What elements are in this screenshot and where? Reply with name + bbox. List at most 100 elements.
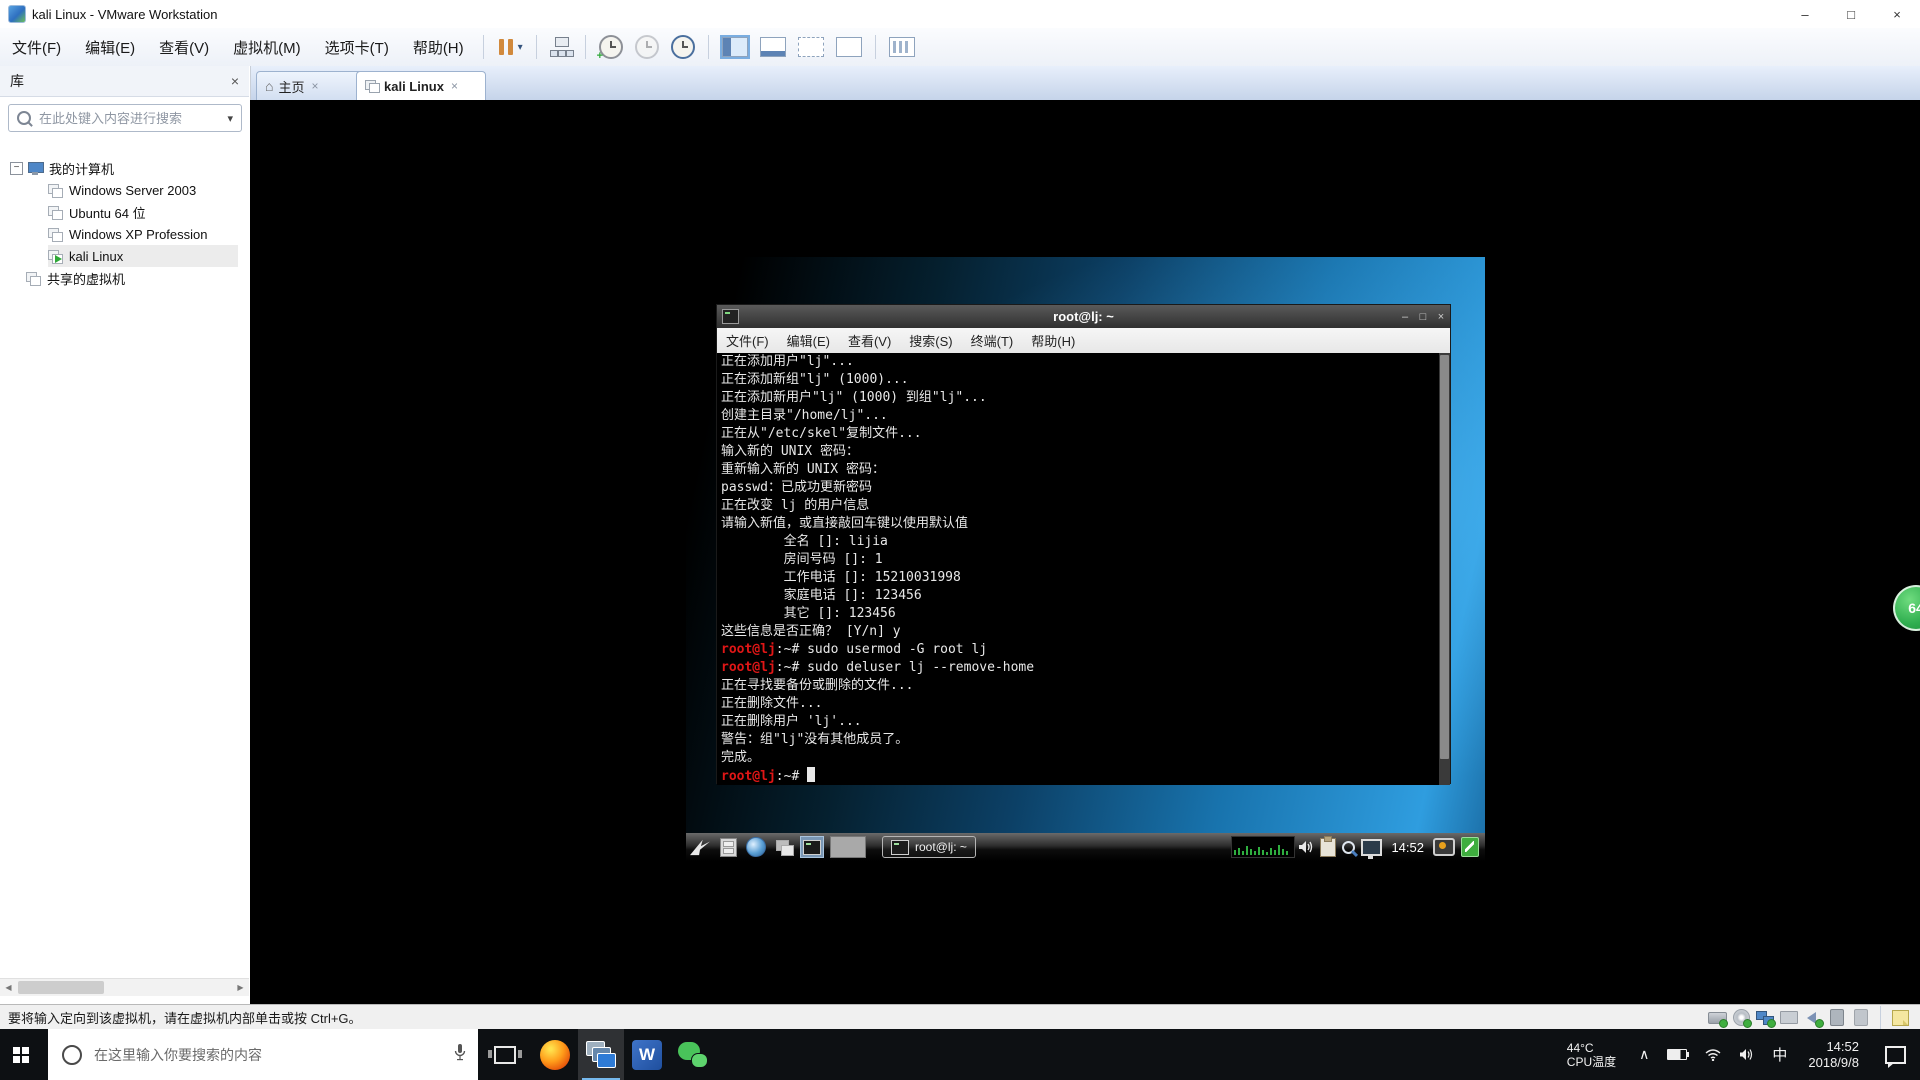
tree-label: Windows XP Profession xyxy=(69,226,208,242)
menu-view[interactable]: 查看(V) xyxy=(147,28,221,66)
scroll-left-icon[interactable]: ◀ xyxy=(0,979,17,996)
terminal-line: 其它 []: 123456 xyxy=(721,606,896,621)
tab-home[interactable]: ⌂ 主页 × xyxy=(256,71,370,100)
console-view-button[interactable] xyxy=(883,32,921,62)
snapshot-clock-icon xyxy=(634,35,659,59)
taskbar-app-vmware[interactable] xyxy=(578,1029,624,1080)
cdrom-device-button[interactable] xyxy=(1731,1009,1752,1028)
terminal-output[interactable]: 正在添加用户"lj"... 正在添加新组"lj" (1000)... 正在添加新用户… xyxy=(717,353,1450,785)
scroll-right-icon[interactable]: ▶ xyxy=(232,979,249,996)
printer-device-button[interactable] xyxy=(1779,1010,1799,1026)
taskbar-window-button[interactable]: root@lj: ~ xyxy=(882,836,976,858)
harddisk-device-button[interactable] xyxy=(1707,1010,1728,1028)
terminal-menu-edit[interactable]: 编辑(E) xyxy=(778,331,839,350)
sound-device-button[interactable] xyxy=(1803,1010,1824,1028)
horizontal-scrollbar[interactable]: ◀ ▶ xyxy=(0,978,249,996)
tab-kali-linux[interactable]: kali Linux × xyxy=(356,71,486,100)
close-icon[interactable]: × xyxy=(451,79,458,93)
close-button[interactable]: × xyxy=(1874,0,1920,28)
send-ctrl-alt-del-button[interactable] xyxy=(544,32,578,62)
chevron-down-icon[interactable]: ▾ xyxy=(227,112,233,125)
kali-clock[interactable]: 14:52 xyxy=(1391,840,1424,855)
terminal-menu-view[interactable]: 查看(V) xyxy=(839,331,900,350)
close-icon[interactable]: × xyxy=(231,73,239,89)
tree-item-my-computer[interactable]: − 我的计算机 xyxy=(10,157,260,179)
close-icon[interactable]: × xyxy=(311,79,318,93)
network-device-button[interactable] xyxy=(1755,1010,1776,1028)
kali-taskbar: root@lj: ~ 14:52 xyxy=(686,833,1485,861)
menu-edit[interactable]: 编辑(E) xyxy=(73,28,147,66)
cortana-icon xyxy=(62,1044,82,1065)
search-input[interactable] xyxy=(37,109,224,127)
maximize-button[interactable]: □ xyxy=(1414,311,1432,323)
taskbar-app-wechat[interactable] xyxy=(670,1029,716,1080)
chevron-down-icon[interactable]: ▾ xyxy=(518,42,523,53)
taskbar-app-firefox[interactable] xyxy=(532,1029,578,1080)
desktop-pager[interactable] xyxy=(830,836,866,858)
terminal-titlebar[interactable]: root@lj: ~ – □ × xyxy=(717,305,1450,328)
terminal-window[interactable]: root@lj: ~ – □ × 文件(F) 编辑(E) 查看(V) 搜索(S)… xyxy=(716,304,1451,785)
ime-indicator[interactable]: 中 xyxy=(1772,1044,1787,1065)
terminal-menu-terminal[interactable]: 终端(T) xyxy=(962,331,1023,350)
start-button[interactable] xyxy=(0,1029,48,1080)
terminal-line: 请输入新值，或直接敲回车键以使用默认值 xyxy=(721,516,969,531)
microphone-icon[interactable] xyxy=(454,1043,466,1066)
tree-item-kali-linux[interactable]: kali Linux xyxy=(48,245,238,267)
statusbar-separator xyxy=(1880,1005,1881,1030)
terminal-scrollbar[interactable] xyxy=(1439,353,1450,785)
task-view-button[interactable] xyxy=(488,1045,522,1064)
taskbar-app-word[interactable]: W xyxy=(624,1029,670,1080)
screen-recorder-button[interactable] xyxy=(1433,838,1455,856)
take-snapshot-button[interactable]: + xyxy=(593,32,629,62)
maximize-button[interactable]: □ xyxy=(1828,0,1874,28)
menu-tabs[interactable]: 选项卡(T) xyxy=(313,28,401,66)
menu-vm[interactable]: 虚拟机(M) xyxy=(221,28,313,66)
show-thumbnail-bar-button[interactable] xyxy=(754,32,792,62)
tab-kali-label: kali Linux xyxy=(384,78,444,94)
volume-icon[interactable] xyxy=(1739,1048,1754,1061)
scrollbar-thumb[interactable] xyxy=(18,981,104,994)
close-button[interactable]: × xyxy=(1432,311,1450,323)
file-manager-button[interactable] xyxy=(716,836,740,858)
action-center-icon[interactable] xyxy=(1885,1045,1906,1068)
terminal-menu-search[interactable]: 搜索(S) xyxy=(900,331,961,350)
terminal-launcher-button[interactable] xyxy=(800,836,824,858)
library-search[interactable]: ▾ xyxy=(8,104,242,132)
terminal-menu-help[interactable]: 帮助(H) xyxy=(1022,331,1084,350)
usb-device-button[interactable] xyxy=(1851,1009,1871,1026)
fullscreen-button[interactable] xyxy=(792,32,830,62)
screenshot-tool-button[interactable] xyxy=(1342,840,1356,854)
web-browser-button[interactable] xyxy=(744,836,768,858)
message-log-button[interactable] xyxy=(1890,1009,1910,1026)
logout-button[interactable] xyxy=(1461,837,1479,857)
show-library-button[interactable] xyxy=(716,32,754,62)
power-pause-button[interactable]: ▾ xyxy=(491,32,529,62)
cpu-temp-widget[interactable]: 44°C CPU温度 xyxy=(1567,1041,1616,1069)
kali-menu-button[interactable] xyxy=(688,836,712,858)
tree-item-shared-vms[interactable]: 共享的虚拟机 xyxy=(26,267,276,289)
terminal-menu-file[interactable]: 文件(F) xyxy=(717,331,778,350)
revert-snapshot-button[interactable] xyxy=(629,32,665,62)
menu-help[interactable]: 帮助(H) xyxy=(401,28,476,66)
workspaces-button[interactable] xyxy=(772,836,796,858)
unity-mode-button[interactable] xyxy=(830,32,868,62)
manage-snapshots-button[interactable] xyxy=(665,32,701,62)
taskbar-clock[interactable]: 14:52 2018/9/8 xyxy=(1808,1039,1859,1071)
clipboard-button[interactable] xyxy=(1320,835,1337,857)
wifi-icon[interactable] xyxy=(1705,1048,1721,1061)
collapse-icon[interactable]: − xyxy=(10,161,23,175)
windows-search-input[interactable] xyxy=(92,1045,442,1064)
usb-device-button[interactable] xyxy=(1827,1009,1847,1026)
windows-search-box[interactable] xyxy=(48,1029,478,1080)
scrollbar-thumb[interactable] xyxy=(1440,355,1449,759)
battery-icon[interactable] xyxy=(1667,1049,1690,1060)
speaker-icon xyxy=(1299,841,1313,853)
tray-chevron-icon[interactable]: ∧ xyxy=(1639,1046,1649,1063)
minimize-button[interactable]: – xyxy=(1782,0,1828,28)
menu-file[interactable]: 文件(F) xyxy=(0,28,73,66)
display-settings-button[interactable] xyxy=(1361,838,1383,859)
system-monitor-graph[interactable] xyxy=(1231,836,1296,858)
vm-icon xyxy=(365,80,380,93)
minimize-button[interactable]: – xyxy=(1396,311,1414,323)
volume-button[interactable] xyxy=(1298,840,1314,854)
